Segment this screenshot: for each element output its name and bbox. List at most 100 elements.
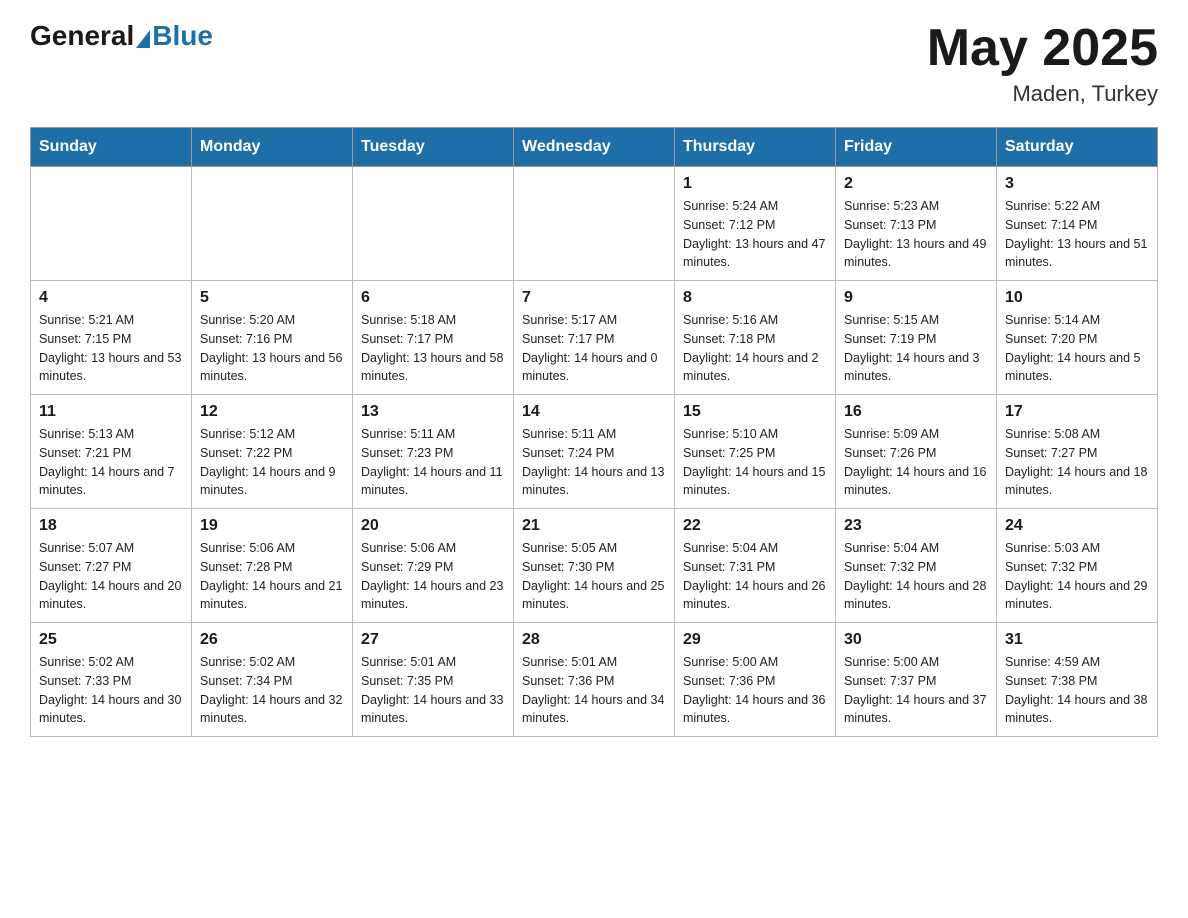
day-info: Sunrise: 5:06 AMSunset: 7:29 PMDaylight:… xyxy=(361,539,505,614)
day-number: 21 xyxy=(522,517,666,535)
column-header-saturday: Saturday xyxy=(997,128,1158,167)
day-info: Sunrise: 5:21 AMSunset: 7:15 PMDaylight:… xyxy=(39,311,183,386)
calendar-cell: 29 Sunrise: 5:00 AMSunset: 7:36 PMDayligh… xyxy=(675,623,836,737)
day-info: Sunrise: 5:23 AMSunset: 7:13 PMDaylight:… xyxy=(844,197,988,272)
calendar-cell xyxy=(353,167,514,281)
day-info: Sunrise: 5:08 AMSunset: 7:27 PMDaylight:… xyxy=(1005,425,1149,500)
day-number: 13 xyxy=(361,403,505,421)
column-header-thursday: Thursday xyxy=(675,128,836,167)
week-row-3: 11 Sunrise: 5:13 AMSunset: 7:21 PMDayligh… xyxy=(31,395,1158,509)
calendar-cell: 13 Sunrise: 5:11 AMSunset: 7:23 PMDayligh… xyxy=(353,395,514,509)
day-number: 15 xyxy=(683,403,827,421)
day-info: Sunrise: 5:12 AMSunset: 7:22 PMDaylight:… xyxy=(200,425,344,500)
day-info: Sunrise: 5:01 AMSunset: 7:36 PMDaylight:… xyxy=(522,653,666,728)
week-row-5: 25Sunrise: 5:02 AMSunset: 7:33 PMDayligh… xyxy=(31,623,1158,737)
day-number: 8 xyxy=(683,289,827,307)
calendar-cell xyxy=(31,167,192,281)
calendar-cell: 19 Sunrise: 5:06 AMSunset: 7:28 PMDayligh… xyxy=(192,509,353,623)
day-info: Sunrise: 5:24 AMSunset: 7:12 PMDaylight:… xyxy=(683,197,827,272)
day-number: 4 xyxy=(39,289,183,307)
logo: General Blue xyxy=(30,20,213,52)
calendar-cell: 7 Sunrise: 5:17 AMSunset: 7:17 PMDaylight… xyxy=(514,281,675,395)
day-info: Sunrise: 5:04 AMSunset: 7:31 PMDaylight:… xyxy=(683,539,827,614)
calendar-cell: 27Sunrise: 5:01 AMSunset: 7:35 PMDayligh… xyxy=(353,623,514,737)
day-info: Sunrise: 5:13 AMSunset: 7:21 PMDaylight:… xyxy=(39,425,183,500)
day-info: Sunrise: 5:14 AMSunset: 7:20 PMDaylight:… xyxy=(1005,311,1149,386)
calendar-cell: 30Sunrise: 5:00 AMSunset: 7:37 PMDayligh… xyxy=(836,623,997,737)
day-info: Sunrise: 5:11 AMSunset: 7:23 PMDaylight:… xyxy=(361,425,505,500)
week-row-1: 1 Sunrise: 5:24 AMSunset: 7:12 PMDaylight… xyxy=(31,167,1158,281)
calendar-cell: 18Sunrise: 5:07 AMSunset: 7:27 PMDayligh… xyxy=(31,509,192,623)
day-number: 17 xyxy=(1005,403,1149,421)
day-info: Sunrise: 5:09 AMSunset: 7:26 PMDaylight:… xyxy=(844,425,988,500)
calendar-cell: 15 Sunrise: 5:10 AMSunset: 7:25 PMDayligh… xyxy=(675,395,836,509)
calendar-cell: 10Sunrise: 5:14 AMSunset: 7:20 PMDayligh… xyxy=(997,281,1158,395)
column-header-monday: Monday xyxy=(192,128,353,167)
column-header-sunday: Sunday xyxy=(31,128,192,167)
day-number: 9 xyxy=(844,289,988,307)
day-number: 12 xyxy=(200,403,344,421)
day-info: Sunrise: 5:11 AMSunset: 7:24 PMDaylight:… xyxy=(522,425,666,500)
calendar-cell: 20 Sunrise: 5:06 AMSunset: 7:29 PMDayligh… xyxy=(353,509,514,623)
calendar-cell: 22 Sunrise: 5:04 AMSunset: 7:31 PMDayligh… xyxy=(675,509,836,623)
logo-blue-text: Blue xyxy=(152,20,213,52)
day-number: 29 xyxy=(683,631,827,649)
column-header-tuesday: Tuesday xyxy=(353,128,514,167)
calendar-cell: 17 Sunrise: 5:08 AMSunset: 7:27 PMDayligh… xyxy=(997,395,1158,509)
calendar-cell xyxy=(514,167,675,281)
day-number: 16 xyxy=(844,403,988,421)
day-number: 20 xyxy=(361,517,505,535)
day-info: Sunrise: 5:01 AMSunset: 7:35 PMDaylight:… xyxy=(361,653,505,728)
column-header-friday: Friday xyxy=(836,128,997,167)
column-header-wednesday: Wednesday xyxy=(514,128,675,167)
calendar-cell: 24Sunrise: 5:03 AMSunset: 7:32 PMDayligh… xyxy=(997,509,1158,623)
calendar-cell: 26Sunrise: 5:02 AMSunset: 7:34 PMDayligh… xyxy=(192,623,353,737)
day-number: 30 xyxy=(844,631,988,649)
calendar-cell: 5 Sunrise: 5:20 AMSunset: 7:16 PMDaylight… xyxy=(192,281,353,395)
day-info: Sunrise: 4:59 AMSunset: 7:38 PMDaylight:… xyxy=(1005,653,1149,728)
day-number: 11 xyxy=(39,403,183,421)
day-info: Sunrise: 5:06 AMSunset: 7:28 PMDaylight:… xyxy=(200,539,344,614)
calendar-cell: 1 Sunrise: 5:24 AMSunset: 7:12 PMDaylight… xyxy=(675,167,836,281)
day-number: 18 xyxy=(39,517,183,535)
calendar-cell: 12 Sunrise: 5:12 AMSunset: 7:22 PMDayligh… xyxy=(192,395,353,509)
week-row-4: 18Sunrise: 5:07 AMSunset: 7:27 PMDayligh… xyxy=(31,509,1158,623)
calendar-cell: 23Sunrise: 5:04 AMSunset: 7:32 PMDayligh… xyxy=(836,509,997,623)
calendar-cell: 9 Sunrise: 5:15 AMSunset: 7:19 PMDaylight… xyxy=(836,281,997,395)
location-label: Maden, Turkey xyxy=(927,81,1158,107)
day-info: Sunrise: 5:00 AMSunset: 7:36 PMDaylight:… xyxy=(683,653,827,728)
day-number: 25 xyxy=(39,631,183,649)
day-number: 31 xyxy=(1005,631,1149,649)
calendar-cell: 3 Sunrise: 5:22 AMSunset: 7:14 PMDaylight… xyxy=(997,167,1158,281)
day-info: Sunrise: 5:20 AMSunset: 7:16 PMDaylight:… xyxy=(200,311,344,386)
month-year-title: May 2025 xyxy=(927,20,1158,77)
calendar-cell: 11 Sunrise: 5:13 AMSunset: 7:21 PMDayligh… xyxy=(31,395,192,509)
day-number: 3 xyxy=(1005,175,1149,193)
day-number: 28 xyxy=(522,631,666,649)
calendar-header-row: SundayMondayTuesdayWednesdayThursdayFrid… xyxy=(31,128,1158,167)
day-info: Sunrise: 5:16 AMSunset: 7:18 PMDaylight:… xyxy=(683,311,827,386)
day-info: Sunrise: 5:17 AMSunset: 7:17 PMDaylight:… xyxy=(522,311,666,386)
day-number: 5 xyxy=(200,289,344,307)
day-info: Sunrise: 5:03 AMSunset: 7:32 PMDaylight:… xyxy=(1005,539,1149,614)
logo-triangle-icon xyxy=(136,30,150,48)
day-info: Sunrise: 5:15 AMSunset: 7:19 PMDaylight:… xyxy=(844,311,988,386)
calendar-cell: 28 Sunrise: 5:01 AMSunset: 7:36 PMDayligh… xyxy=(514,623,675,737)
title-section: May 2025 Maden, Turkey xyxy=(927,20,1158,107)
day-number: 22 xyxy=(683,517,827,535)
day-number: 7 xyxy=(522,289,666,307)
day-info: Sunrise: 5:02 AMSunset: 7:34 PMDaylight:… xyxy=(200,653,344,728)
calendar-cell: 31 Sunrise: 4:59 AMSunset: 7:38 PMDayligh… xyxy=(997,623,1158,737)
day-info: Sunrise: 5:05 AMSunset: 7:30 PMDaylight:… xyxy=(522,539,666,614)
day-number: 19 xyxy=(200,517,344,535)
calendar-cell: 25Sunrise: 5:02 AMSunset: 7:33 PMDayligh… xyxy=(31,623,192,737)
calendar-cell xyxy=(192,167,353,281)
day-number: 1 xyxy=(683,175,827,193)
calendar-cell: 8 Sunrise: 5:16 AMSunset: 7:18 PMDaylight… xyxy=(675,281,836,395)
calendar-cell: 16 Sunrise: 5:09 AMSunset: 7:26 PMDayligh… xyxy=(836,395,997,509)
day-number: 2 xyxy=(844,175,988,193)
day-info: Sunrise: 5:10 AMSunset: 7:25 PMDaylight:… xyxy=(683,425,827,500)
day-info: Sunrise: 5:18 AMSunset: 7:17 PMDaylight:… xyxy=(361,311,505,386)
day-info: Sunrise: 5:22 AMSunset: 7:14 PMDaylight:… xyxy=(1005,197,1149,272)
day-info: Sunrise: 5:04 AMSunset: 7:32 PMDaylight:… xyxy=(844,539,988,614)
